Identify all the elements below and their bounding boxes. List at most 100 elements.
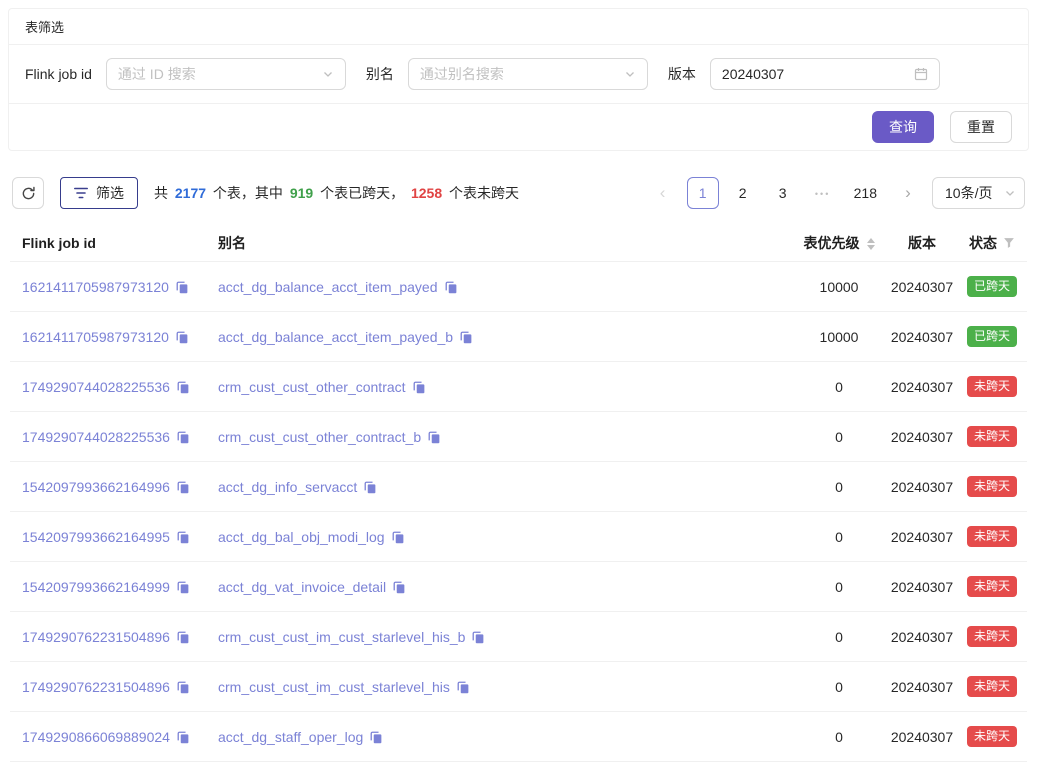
copy-icon[interactable] bbox=[472, 631, 485, 644]
job-id-link[interactable]: 1749290744028225536 bbox=[22, 429, 170, 445]
version-cell: 20240307 bbox=[887, 362, 957, 412]
alias-link[interactable]: acct_dg_vat_invoice_detail bbox=[218, 579, 386, 595]
filter-button[interactable]: 筛选 bbox=[60, 177, 138, 209]
alias-cell: acct_dg_vat_invoice_detail bbox=[206, 562, 791, 612]
page-button-1[interactable]: 1 bbox=[687, 177, 719, 209]
job-id-link[interactable]: 1621411705987973120 bbox=[22, 329, 169, 345]
priority-cell: 0 bbox=[791, 562, 887, 612]
priority-cell: 0 bbox=[791, 412, 887, 462]
toolbar-right-group: ‹123•••218› 10条/页 bbox=[647, 177, 1025, 209]
job-id-link[interactable]: 1542097993662164996 bbox=[22, 479, 170, 495]
status-badge: 未跨天 bbox=[967, 626, 1017, 647]
alias-link[interactable]: acct_dg_balance_acct_item_payed bbox=[218, 279, 438, 295]
alias-link[interactable]: acct_dg_balance_acct_item_payed_b bbox=[218, 329, 453, 345]
summary-text: 个表未跨天 bbox=[445, 185, 519, 201]
page-ellipsis[interactable]: ••• bbox=[807, 177, 839, 209]
crossed-count: 919 bbox=[290, 185, 313, 201]
copy-icon[interactable] bbox=[445, 281, 458, 294]
alias-cell: crm_cust_cust_im_cust_starlevel_his bbox=[206, 662, 791, 712]
table-row: 1749290762231504896 crm_cust_cust_im_cus… bbox=[10, 662, 1027, 712]
column-header-version: 版本 bbox=[887, 225, 957, 262]
column-label: 状态 bbox=[969, 235, 997, 251]
alias-link[interactable]: acct_dg_staff_oper_log bbox=[218, 729, 363, 745]
filter-button-label: 筛选 bbox=[96, 183, 124, 203]
status-cell: 已跨天 bbox=[957, 262, 1027, 312]
job-id-cell: 1749290762231504896 bbox=[10, 662, 206, 712]
copy-icon[interactable] bbox=[177, 431, 190, 444]
page-button-3[interactable]: 3 bbox=[767, 177, 799, 209]
job-id-link[interactable]: 1749290744028225536 bbox=[22, 379, 170, 395]
sort-icon[interactable] bbox=[867, 238, 875, 250]
version-cell: 20240307 bbox=[887, 612, 957, 662]
copy-icon[interactable] bbox=[177, 531, 190, 544]
copy-icon[interactable] bbox=[428, 431, 441, 444]
job-id-link[interactable]: 1542097993662164995 bbox=[22, 529, 170, 545]
job-id-cell: 1749290762231504896 bbox=[10, 612, 206, 662]
prev-page-button[interactable]: ‹ bbox=[647, 177, 679, 209]
copy-icon[interactable] bbox=[413, 381, 426, 394]
summary-text: 共 bbox=[154, 185, 172, 201]
alias-link[interactable]: crm_cust_cust_im_cust_starlevel_his_b bbox=[218, 629, 465, 645]
job-id-cell: 1749290866069889024 bbox=[10, 712, 206, 762]
copy-icon[interactable] bbox=[177, 581, 190, 594]
next-page-button[interactable]: › bbox=[892, 177, 924, 209]
page-button-2[interactable]: 2 bbox=[727, 177, 759, 209]
priority-cell: 0 bbox=[791, 462, 887, 512]
copy-icon[interactable] bbox=[177, 681, 190, 694]
copy-icon[interactable] bbox=[460, 331, 473, 344]
table-row: 1621411705987973120 acct_dg_balance_acct… bbox=[10, 262, 1027, 312]
filter-card: 表筛选 Flink job id 通过 ID 搜索 别名 通过别名搜索 bbox=[8, 8, 1029, 151]
alias-link[interactable]: acct_dg_bal_obj_modi_log bbox=[218, 529, 385, 545]
column-label: Flink job id bbox=[22, 235, 96, 251]
flink-job-id-select[interactable]: 通过 ID 搜索 bbox=[106, 58, 346, 90]
job-id-link[interactable]: 1749290762231504896 bbox=[22, 679, 170, 695]
summary-text: 个表已跨天， bbox=[316, 185, 408, 201]
table-body: 1621411705987973120 acct_dg_balance_acct… bbox=[10, 262, 1027, 762]
page-button-218[interactable]: 218 bbox=[847, 177, 884, 209]
copy-icon[interactable] bbox=[370, 731, 383, 744]
copy-icon[interactable] bbox=[177, 381, 190, 394]
status-filter-icon[interactable] bbox=[1003, 237, 1015, 249]
alias-link[interactable]: crm_cust_cust_other_contract bbox=[218, 379, 406, 395]
alias-cell: acct_dg_bal_obj_modi_log bbox=[206, 512, 791, 562]
refresh-icon bbox=[21, 186, 36, 201]
page-size-select[interactable]: 10条/页 bbox=[932, 177, 1025, 209]
job-id-cell: 1542097993662164999 bbox=[10, 562, 206, 612]
column-label: 表优先级 bbox=[804, 235, 860, 251]
version-cell: 20240307 bbox=[887, 312, 957, 362]
version-date-input[interactable]: 20240307 bbox=[710, 58, 940, 90]
priority-cell: 0 bbox=[791, 712, 887, 762]
query-button[interactable]: 查询 bbox=[872, 111, 934, 143]
job-id-link[interactable]: 1749290762231504896 bbox=[22, 629, 170, 645]
version-cell: 20240307 bbox=[887, 462, 957, 512]
copy-icon[interactable] bbox=[393, 581, 406, 594]
refresh-button[interactable] bbox=[12, 177, 44, 209]
copy-icon[interactable] bbox=[177, 731, 190, 744]
copy-icon[interactable] bbox=[177, 631, 190, 644]
status-badge: 未跨天 bbox=[967, 526, 1017, 547]
status-cell: 未跨天 bbox=[957, 612, 1027, 662]
alias-link[interactable]: crm_cust_cust_im_cust_starlevel_his bbox=[218, 679, 450, 695]
filter-card-title: 表筛选 bbox=[25, 17, 64, 36]
alias-link[interactable]: acct_dg_info_servacct bbox=[218, 479, 357, 495]
summary-text: 个表，其中 bbox=[209, 185, 287, 201]
priority-cell: 0 bbox=[791, 512, 887, 562]
copy-icon[interactable] bbox=[176, 281, 189, 294]
alias-link[interactable]: crm_cust_cust_other_contract_b bbox=[218, 429, 421, 445]
table-summary: 共 2177 个表，其中 919 个表已跨天， 1258 个表未跨天 bbox=[154, 183, 519, 203]
copy-icon[interactable] bbox=[177, 481, 190, 494]
copy-icon[interactable] bbox=[392, 531, 405, 544]
copy-icon[interactable] bbox=[176, 331, 189, 344]
alias-select[interactable]: 通过别名搜索 bbox=[408, 58, 648, 90]
job-id-link[interactable]: 1621411705987973120 bbox=[22, 279, 169, 295]
column-label: 版本 bbox=[908, 235, 936, 251]
status-cell: 未跨天 bbox=[957, 362, 1027, 412]
reset-button[interactable]: 重置 bbox=[950, 111, 1012, 143]
job-id-link[interactable]: 1749290866069889024 bbox=[22, 729, 170, 745]
job-id-link[interactable]: 1542097993662164999 bbox=[22, 579, 170, 595]
alias-label: 别名 bbox=[366, 64, 394, 84]
copy-icon[interactable] bbox=[457, 681, 470, 694]
copy-icon[interactable] bbox=[364, 481, 377, 494]
table-row: 1621411705987973120 acct_dg_balance_acct… bbox=[10, 312, 1027, 362]
alias-cell: acct_dg_info_servacct bbox=[206, 462, 791, 512]
